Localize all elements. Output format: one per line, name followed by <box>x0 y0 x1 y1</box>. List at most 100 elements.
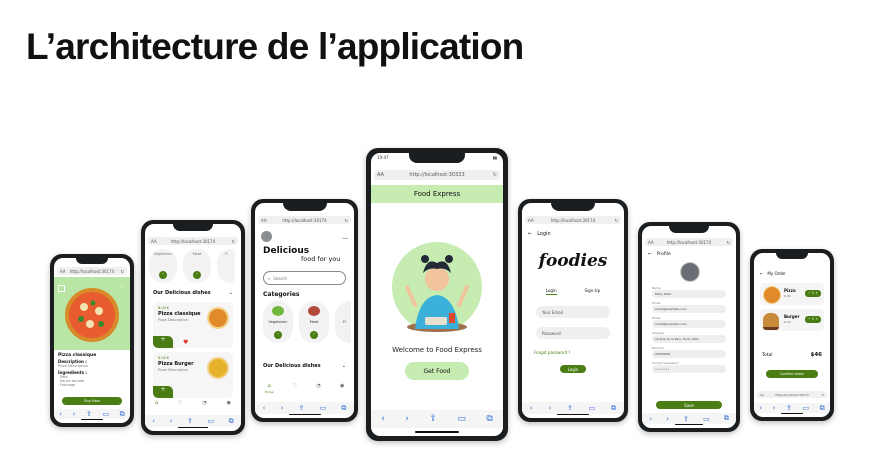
back-arrow-icon[interactable]: ← <box>760 271 763 276</box>
email-field[interactable]: email@example.com <box>652 305 726 313</box>
url-bar[interactable]: AA http://localhost:30174 ↻ <box>645 238 733 246</box>
category-card[interactable]: Vegetarien › <box>263 301 293 343</box>
name-field[interactable]: Molly Pizza <box>652 290 726 298</box>
app-title: Food Express <box>413 190 461 198</box>
bookmarks-icon[interactable]: ▭ <box>207 417 214 425</box>
home-icon[interactable]: ⌂ Home <box>265 383 274 397</box>
back-icon[interactable]: ‹ <box>530 404 533 412</box>
profile-icon[interactable]: ◉ <box>340 383 344 397</box>
profile-icon[interactable]: ◉ <box>227 400 231 412</box>
url-bar[interactable]: AA http://localhost:30174 ↻ <box>148 237 238 245</box>
save-button[interactable]: Save <box>656 401 722 409</box>
url-bar[interactable]: AA http://localhost:30174 ↻ <box>57 267 127 275</box>
order-item[interactable]: Burger 8.00 − 1 + <box>760 309 824 331</box>
avatar[interactable] <box>261 231 272 242</box>
confirm-order-button[interactable]: Confirm order <box>766 370 818 378</box>
heart-icon[interactable]: ♡ <box>120 283 125 290</box>
chevron-down-icon[interactable]: ⌄ <box>229 290 233 296</box>
heart-icon[interactable]: ♡ <box>293 383 297 397</box>
cart-icon[interactable]: ⌴ <box>342 233 348 242</box>
email-field[interactable]: Your Email <box>536 306 610 318</box>
chevron-down-icon[interactable]: ⌄ <box>342 363 346 369</box>
category-card[interactable]: Fi <box>217 249 235 283</box>
password-field[interactable]: Password <box>536 327 610 339</box>
get-food-button[interactable]: Get Food <box>405 362 469 380</box>
bookmarks-icon[interactable]: ▭ <box>589 404 596 412</box>
phone-login: AA http://localhost:30174 ↻ ← Login foodies… <box>518 199 628 422</box>
bookmarks-icon[interactable]: ▭ <box>320 404 327 412</box>
forward-icon[interactable]: › <box>170 417 173 425</box>
forward-icon[interactable]: › <box>73 410 76 418</box>
back-icon[interactable]: ‹ <box>152 417 155 425</box>
tabs-icon[interactable]: ⧉ <box>724 414 729 423</box>
forward-icon[interactable]: › <box>548 404 551 412</box>
bell-icon[interactable]: ◔ <box>202 400 206 412</box>
share-icon[interactable]: ⇪ <box>683 415 689 423</box>
email-field[interactable]: email@example.com <box>652 320 726 328</box>
bottom-nav: ⌂ Home ♡ ◔ ◉ <box>255 383 354 397</box>
share-icon[interactable]: ⇪ <box>187 417 193 425</box>
back-arrow-icon[interactable]: ← <box>528 231 532 237</box>
ingredient-item: Fromage <box>60 383 76 387</box>
tabs-icon[interactable]: ⧉ <box>120 410 125 419</box>
share-icon[interactable]: ⇪ <box>786 404 792 412</box>
back-icon[interactable] <box>58 285 65 292</box>
url-bar[interactable]: AA http://localhost:30174 ↻ <box>757 391 827 398</box>
category-card[interactable]: Vegetarien › <box>149 249 177 283</box>
forward-icon[interactable]: › <box>281 404 284 412</box>
heart-icon[interactable]: ♥ <box>183 339 188 346</box>
add-button[interactable]: + <box>153 386 173 398</box>
bookmarks-icon[interactable]: ▭ <box>802 404 809 412</box>
back-arrow-icon[interactable]: ← <box>648 252 652 257</box>
dish-card[interactable]: 8.00 € Pizza Burger Pizza Description + <box>153 352 233 398</box>
category-card[interactable]: Meat › <box>183 249 211 283</box>
welcome-text: Welcome to Food Express <box>392 346 482 354</box>
address-field[interactable]: 19 Rue de la Paix, Tunis 1001 <box>652 335 726 343</box>
category-card[interactable]: Meat › <box>299 301 329 343</box>
forward-icon[interactable]: › <box>666 415 669 423</box>
back-icon[interactable]: ‹ <box>649 415 652 423</box>
add-button[interactable]: + <box>153 336 173 348</box>
url-bar[interactable]: AA http://localhost:30174 ↻ <box>258 216 351 224</box>
dish-card[interactable]: 8.00 € Pizza classique Pizza Description… <box>153 302 233 348</box>
url-bar[interactable]: AA http://localhost:30174 ↻ <box>525 216 621 224</box>
share-icon[interactable]: ⇪ <box>567 404 573 412</box>
brand-logo: foodies <box>538 251 608 271</box>
bookmarks-icon[interactable]: ▭ <box>102 410 109 418</box>
avatar[interactable] <box>680 262 700 282</box>
bookmarks-icon[interactable]: ▭ <box>457 414 466 424</box>
back-icon[interactable]: ‹ <box>59 410 62 418</box>
tabs-icon[interactable]: ⧉ <box>486 414 492 424</box>
share-icon[interactable]: ⇪ <box>299 404 305 412</box>
quantity-stepper[interactable]: − 1 + <box>805 290 821 297</box>
description-text: Pizza Description <box>58 364 88 368</box>
phone-field[interactable]: 00000000 <box>652 350 726 358</box>
forgot-password-link[interactable]: Forgot password ? <box>534 350 570 355</box>
tabs-icon[interactable]: ⧉ <box>341 404 346 413</box>
bookmarks-icon[interactable]: ▭ <box>703 415 710 423</box>
search-input[interactable]: ⌕ Search <box>263 271 346 285</box>
bell-icon[interactable]: ◔ <box>316 383 320 397</box>
phone-order: ← My Order Pizza 8.00 − 1 + Burger 8.00 −… <box>750 249 834 421</box>
back-icon[interactable]: ‹ <box>759 404 762 412</box>
order-item[interactable]: Pizza 8.00 − 1 + <box>760 283 824 305</box>
tab-signup[interactable]: Sign-Up <box>584 288 600 295</box>
heart-icon[interactable]: ♡ <box>178 400 182 412</box>
buy-now-button[interactable]: Buy Now <box>62 397 122 405</box>
password-field[interactable]: •••••••• <box>652 365 726 373</box>
tabs-icon[interactable]: ⧉ <box>820 404 825 413</box>
forward-icon[interactable]: › <box>773 404 776 412</box>
login-button[interactable]: Login <box>560 365 586 373</box>
share-icon[interactable]: ⇪ <box>429 414 437 424</box>
url-bar[interactable]: AA http://localhost:30333 ↻ <box>374 170 500 180</box>
back-icon[interactable]: ‹ <box>381 414 385 424</box>
tabs-icon[interactable]: ⧉ <box>611 404 616 413</box>
category-card[interactable]: Fi <box>335 301 351 343</box>
quantity-stepper[interactable]: − 1 + <box>805 316 821 323</box>
back-icon[interactable]: ‹ <box>263 404 266 412</box>
home-icon[interactable]: ⌂ <box>155 400 158 412</box>
forward-icon[interactable]: › <box>405 414 409 424</box>
share-icon[interactable]: ⇪ <box>86 410 92 418</box>
tab-login[interactable]: Login <box>545 288 557 295</box>
tabs-icon[interactable]: ⧉ <box>229 417 234 426</box>
